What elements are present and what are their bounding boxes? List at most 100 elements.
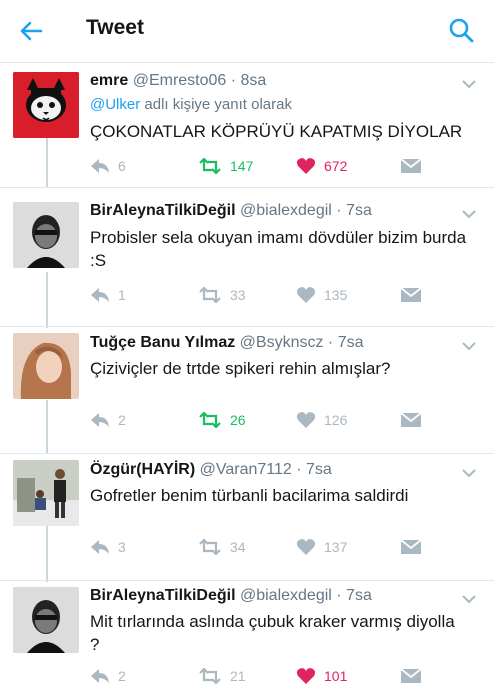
tweet-actions: 6 147 672 — [90, 155, 470, 177]
retweet-icon — [199, 287, 221, 303]
tweet-actions: 1 33 135 — [90, 284, 470, 306]
retweet-count: 147 — [230, 158, 254, 174]
chevron-down-icon[interactable] — [462, 79, 476, 89]
tweet[interactable]: Özgür(HAYİR) @Varan7112 · 7sa Gofretler … — [0, 454, 494, 581]
retweet-button[interactable]: 21 — [198, 665, 246, 687]
tweet-text: Gofretler benim türbanli bacilarima sald… — [90, 486, 409, 505]
reply-button[interactable]: 2 — [90, 409, 126, 431]
like-count: 101 — [324, 668, 348, 684]
heart-icon — [296, 539, 316, 555]
envelope-icon — [400, 158, 422, 173]
retweet-icon — [199, 539, 221, 555]
dm-button[interactable] — [400, 155, 422, 177]
tweet-actions: 2 26 126 — [90, 409, 470, 431]
search-icon[interactable] — [446, 15, 476, 45]
page-title: Tweet — [86, 16, 144, 39]
heart-icon — [296, 412, 316, 428]
retweet-button[interactable]: 34 — [198, 536, 246, 558]
reply-button[interactable]: 1 — [90, 284, 126, 306]
avatar[interactable] — [13, 333, 79, 399]
chevron-down-icon[interactable] — [462, 209, 476, 219]
retweet-count: 21 — [230, 668, 246, 684]
retweet-count: 34 — [230, 539, 246, 555]
tweet-meta: Özgür(HAYİR) @Varan7112 · 7sa — [90, 461, 332, 479]
like-button[interactable]: 137 — [296, 536, 347, 558]
avatar[interactable] — [13, 587, 79, 653]
reply-button[interactable]: 3 — [90, 536, 126, 558]
heart-icon — [296, 158, 316, 174]
tweet-actions: 3 34 137 — [90, 536, 470, 558]
reply-icon — [91, 413, 109, 427]
mention-link[interactable]: @Ulker — [90, 96, 140, 113]
tweet-actions: 2 21 101 — [90, 665, 470, 687]
author-name[interactable]: BirAleynaTilkiDeğil — [90, 587, 236, 604]
reply-context: @Ulker adlı kişiye yanıt olarak — [90, 96, 292, 113]
tweet-text: Çiziviçler de trtde spikeri rehin almışl… — [90, 359, 391, 378]
envelope-icon — [400, 668, 422, 683]
reply-button[interactable]: 6 — [90, 155, 126, 177]
author-name[interactable]: BirAleynaTilkiDeğil — [90, 202, 236, 219]
back-arrow-icon[interactable] — [14, 14, 48, 48]
avatar[interactable] — [13, 460, 79, 526]
like-count: 135 — [324, 287, 348, 303]
like-button[interactable]: 101 — [296, 665, 347, 687]
chevron-down-icon[interactable] — [462, 468, 476, 478]
author-name[interactable]: Özgür(HAYİR) — [90, 461, 195, 478]
reply-icon — [91, 159, 109, 173]
like-count: 126 — [324, 412, 348, 428]
author-handle: @Bsyknscz · 7sa — [239, 334, 364, 351]
envelope-icon — [400, 287, 422, 302]
retweet-button[interactable]: 33 — [198, 284, 246, 306]
author-handle: @Varan7112 · 7sa — [199, 461, 332, 478]
author-handle: @bialexdegil · 7sa — [239, 202, 372, 219]
reply-count: 3 — [118, 539, 126, 555]
heart-icon — [296, 287, 316, 303]
reply-count: 1 — [118, 287, 126, 303]
envelope-icon — [400, 412, 422, 427]
tweet-meta: BirAleynaTilkiDeğil @bialexdegil · 7sa — [90, 587, 372, 605]
tweet-meta: emre @Emresto06 · 8sa — [90, 72, 266, 90]
avatar[interactable] — [13, 72, 79, 138]
chevron-down-icon[interactable] — [462, 341, 476, 351]
tweet[interactable]: BirAleynaTilkiDeğil @bialexdegil · 7sa P… — [0, 188, 494, 327]
like-count: 137 — [324, 539, 348, 555]
author-name[interactable]: Tuğçe Banu Yılmaz — [90, 334, 235, 351]
dm-button[interactable] — [400, 409, 422, 431]
retweet-button[interactable]: 26 — [198, 409, 246, 431]
tweet[interactable]: BirAleynaTilkiDeğil @bialexdegil · 7sa M… — [0, 581, 494, 690]
tweet-meta: Tuğçe Banu Yılmaz @Bsyknscz · 7sa — [90, 334, 364, 352]
author-name[interactable]: emre — [90, 72, 128, 89]
dm-button[interactable] — [400, 665, 422, 687]
reply-button[interactable]: 2 — [90, 665, 126, 687]
tweet[interactable]: emre @Emresto06 · 8sa @Ulker adlı kişiye… — [0, 63, 494, 188]
retweet-count: 26 — [230, 412, 246, 428]
heart-icon — [296, 668, 316, 684]
like-button[interactable]: 135 — [296, 284, 347, 306]
like-button[interactable]: 672 — [296, 155, 347, 177]
chevron-down-icon[interactable] — [462, 594, 476, 604]
like-button[interactable]: 126 — [296, 409, 347, 431]
retweet-count: 33 — [230, 287, 246, 303]
reply-count: 2 — [118, 412, 126, 428]
author-handle: @bialexdegil · 7sa — [239, 587, 372, 604]
tweet-text: ÇOKONATLAR KÖPRÜYÜ KAPATMIŞ DİYOLAR — [90, 122, 463, 141]
tweet[interactable]: Tuğçe Banu Yılmaz @Bsyknscz · 7sa Çizivi… — [0, 327, 494, 454]
reply-icon — [91, 540, 109, 554]
reply-context-text: adlı kişiye yanıt olarak — [140, 96, 292, 113]
avatar[interactable] — [13, 202, 79, 268]
tweet-text: Probisler sela okuyan imamı dövdüler biz… — [90, 228, 467, 270]
retweet-icon — [199, 412, 221, 428]
dm-button[interactable] — [400, 284, 422, 306]
reply-count: 2 — [118, 668, 126, 684]
envelope-icon — [400, 539, 422, 554]
reply-icon — [91, 669, 109, 683]
tweet-meta: BirAleynaTilkiDeğil @bialexdegil · 7sa — [90, 202, 372, 220]
author-handle: @Emresto06 · 8sa — [132, 72, 267, 89]
like-count: 672 — [324, 158, 348, 174]
retweet-icon — [199, 668, 221, 684]
reply-icon — [91, 288, 109, 302]
dm-button[interactable] — [400, 536, 422, 558]
top-bar: Tweet — [0, 0, 494, 63]
retweet-button[interactable]: 147 — [198, 155, 253, 177]
reply-count: 6 — [118, 158, 126, 174]
